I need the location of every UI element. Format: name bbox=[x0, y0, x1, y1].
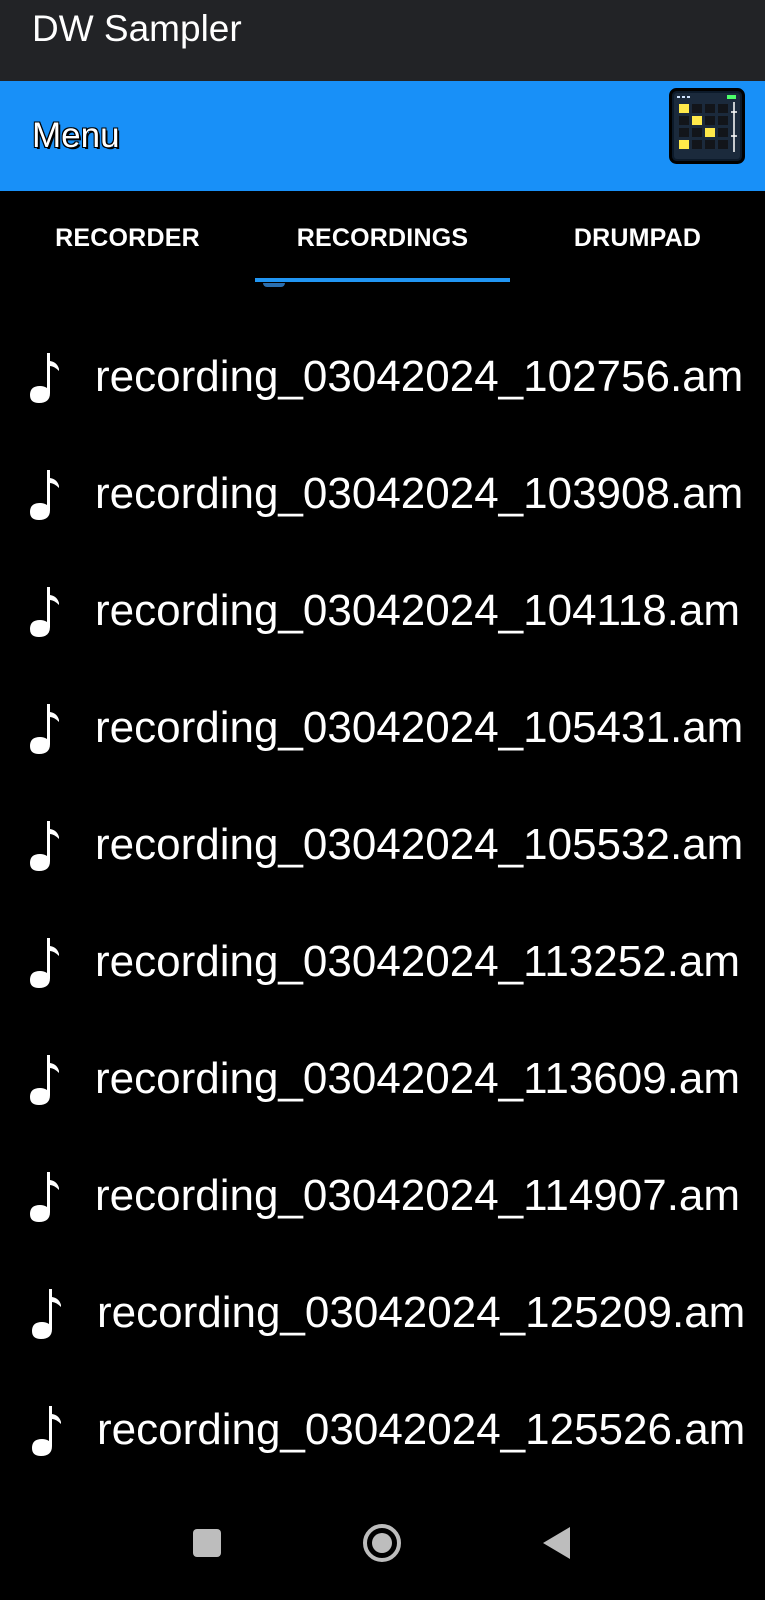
recording-file-name: recording_03042024_103908.am bbox=[95, 469, 744, 518]
menu-bar: Menu bbox=[0, 81, 765, 191]
list-item[interactable]: recording_03042024_125209.am bbox=[0, 1257, 765, 1374]
recording-file-name: recording_03042024_113609.am bbox=[95, 1054, 741, 1103]
recording-file-name: recording_03042024_102756.am bbox=[95, 352, 744, 401]
list-item[interactable]: recording_03042024_113252.am bbox=[0, 906, 765, 1023]
list-item[interactable]: recording_03042024_103908.am bbox=[0, 438, 765, 555]
back-triangle-icon[interactable] bbox=[527, 1513, 587, 1573]
recordings-list[interactable]: recording_03042024_102756.am recording_0… bbox=[0, 321, 765, 1491]
recording-file-name: recording_03042024_105431.am bbox=[95, 703, 744, 752]
list-item[interactable]: recording_03042024_113609.am bbox=[0, 1023, 765, 1140]
recording-file-name: recording_03042024_104118.am bbox=[95, 586, 741, 635]
tab-indicator-accent bbox=[263, 283, 285, 287]
music-note-icon bbox=[30, 1172, 59, 1222]
tab-selected-indicator bbox=[255, 278, 510, 282]
recents-square-icon[interactable] bbox=[178, 1513, 238, 1573]
music-note-icon bbox=[30, 587, 59, 637]
recording-file-name: recording_03042024_105532.am bbox=[95, 820, 744, 869]
list-item[interactable]: recording_03042024_102756.am bbox=[0, 321, 765, 438]
app-title: DW Sampler bbox=[32, 8, 242, 49]
drumpad-grid-icon[interactable] bbox=[669, 88, 745, 164]
music-note-icon bbox=[30, 470, 59, 520]
list-item[interactable]: recording_03042024_114907.am bbox=[0, 1140, 765, 1257]
recording-file-name: recording_03042024_114907.am bbox=[95, 1171, 741, 1220]
music-note-icon bbox=[30, 704, 59, 754]
music-note-icon bbox=[30, 1055, 59, 1105]
list-item[interactable]: recording_03042024_105431.am bbox=[0, 672, 765, 789]
recording-file-name: recording_03042024_113252.am bbox=[95, 937, 741, 986]
tab-bar: RECORDER RECORDINGS DRUMPAD bbox=[0, 191, 765, 287]
music-note-icon bbox=[32, 1289, 61, 1339]
recording-file-name: recording_03042024_125526.am bbox=[97, 1405, 746, 1454]
app-title-bar: DW Sampler bbox=[0, 0, 765, 81]
recording-file-name: recording_03042024_125209.am bbox=[97, 1288, 746, 1337]
music-note-icon bbox=[32, 1406, 61, 1456]
tab-recorder[interactable]: RECORDER bbox=[0, 191, 255, 286]
music-note-icon bbox=[30, 821, 59, 871]
menu-title[interactable]: Menu bbox=[32, 114, 120, 158]
list-item[interactable]: recording_03042024_125526.am bbox=[0, 1374, 765, 1491]
home-circle-icon[interactable] bbox=[352, 1513, 412, 1573]
music-note-icon bbox=[30, 353, 59, 403]
tab-recordings[interactable]: RECORDINGS bbox=[255, 191, 510, 286]
tab-drumpad[interactable]: DRUMPAD bbox=[510, 191, 765, 286]
list-item[interactable]: recording_03042024_105532.am bbox=[0, 789, 765, 906]
system-navigation-bar bbox=[0, 1491, 765, 1600]
list-item[interactable]: recording_03042024_104118.am bbox=[0, 555, 765, 672]
music-note-icon bbox=[30, 938, 59, 988]
